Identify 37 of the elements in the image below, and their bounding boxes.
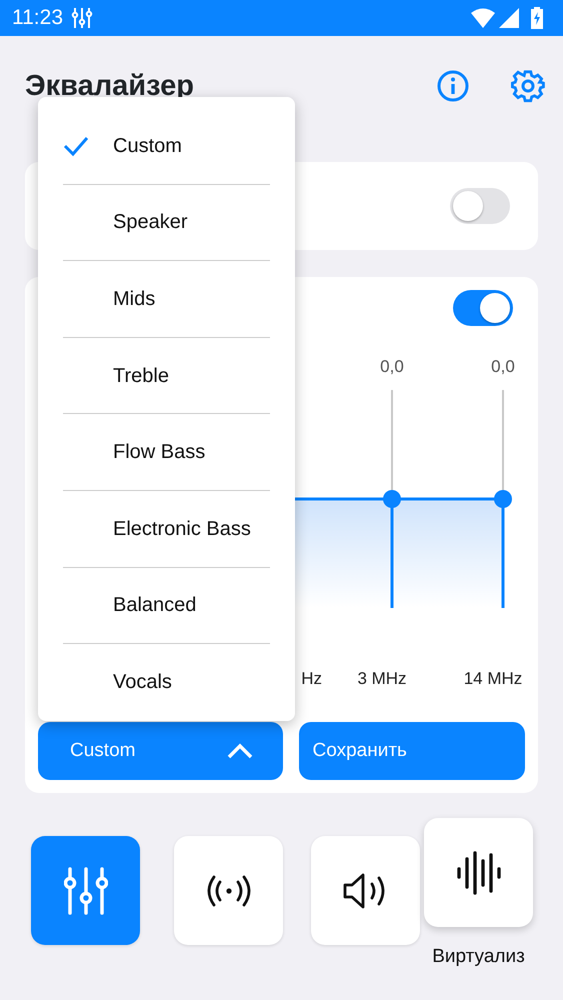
menu-item[interactable]: Vocals bbox=[63, 644, 270, 721]
frequency-label: 14 MHz bbox=[464, 669, 522, 688]
equalizer-icon bbox=[71, 6, 93, 30]
save-button[interactable]: Сохранить bbox=[298, 722, 525, 780]
menu-item[interactable]: Balanced bbox=[63, 568, 270, 644]
status-time: 11:23 bbox=[12, 5, 63, 32]
menu-item[interactable]: Mids bbox=[63, 261, 270, 338]
preset-dropdown[interactable]: Custom bbox=[38, 722, 282, 780]
tile-label: Виртуализ bbox=[432, 945, 525, 969]
frequency-label: Hz bbox=[301, 669, 322, 688]
signal-icon bbox=[499, 8, 519, 28]
menu-item[interactable]: Electronic Bass bbox=[63, 490, 270, 568]
tool-tile[interactable] bbox=[174, 836, 283, 945]
tool-tile[interactable] bbox=[311, 836, 420, 945]
page-title: Эквалайзер bbox=[25, 68, 194, 104]
menu-item[interactable]: Custom bbox=[63, 108, 270, 185]
menu-item[interactable]: Treble bbox=[63, 338, 270, 414]
band-slider[interactable] bbox=[494, 390, 512, 608]
tool-tile[interactable] bbox=[31, 836, 140, 945]
band-value: 0,0 bbox=[380, 357, 404, 376]
sound-wave-icon bbox=[456, 850, 502, 894]
wifi-icon bbox=[471, 8, 495, 28]
tool-tile[interactable] bbox=[424, 818, 533, 927]
menu-item[interactable]: Flow Bass bbox=[63, 414, 270, 491]
toggle-switch[interactable] bbox=[450, 188, 510, 224]
slider-thumb[interactable] bbox=[494, 490, 512, 508]
band-value: 0,0 bbox=[491, 357, 515, 376]
frequency-label: 3 MHz bbox=[357, 669, 407, 688]
band-slider[interactable] bbox=[383, 390, 401, 608]
settings-icon[interactable] bbox=[511, 69, 545, 103]
broadcast-icon bbox=[204, 874, 252, 908]
menu-item[interactable]: Speaker bbox=[63, 184, 270, 262]
battery-icon bbox=[531, 7, 543, 29]
sliders-icon bbox=[64, 866, 108, 914]
info-icon[interactable] bbox=[437, 70, 469, 102]
toggle-switch[interactable] bbox=[453, 290, 513, 326]
slider-thumb[interactable] bbox=[383, 490, 401, 508]
